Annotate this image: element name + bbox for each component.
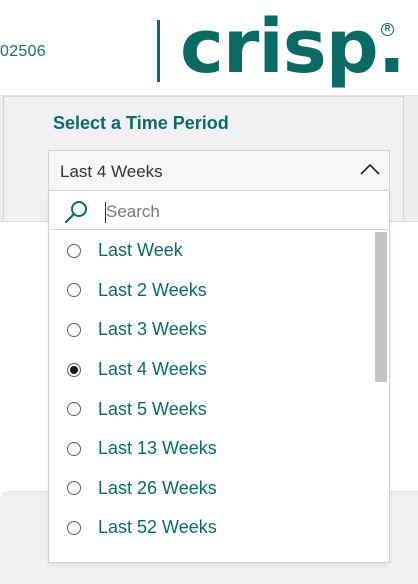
radio-button[interactable] [67,441,81,456]
time-period-select[interactable]: Last 4 Weeks [48,150,390,190]
option-last-week[interactable]: Last Week [49,231,374,271]
option-label: Last Week [98,240,183,261]
option-last-3-weeks[interactable]: Last 3 Weeks [49,310,374,350]
selected-value: Last 4 Weeks [60,162,163,181]
time-period-dropdown: Last Week Last 2 Weeks Last 3 Weeks Last… [48,190,390,563]
radio-button[interactable] [67,481,81,496]
radio-button[interactable] [67,402,81,417]
chevron-up-icon[interactable] [359,160,381,178]
option-last-26-weeks[interactable]: Last 26 Weeks [49,469,374,509]
right-panel-edge [403,96,418,220]
radio-button[interactable] [67,520,81,535]
brand-divider [157,20,160,82]
option-label: Last 13 Weeks [98,438,217,459]
option-label: Last 4 Weeks [98,359,207,380]
scrollbar-thumb[interactable] [375,232,387,382]
crisp-logo: crisp. [180,4,406,90]
option-label: Last 26 Weeks [98,477,217,498]
registered-mark-icon: R [381,23,394,36]
option-last-5-weeks[interactable]: Last 5 Weeks [49,389,374,429]
page: 02506 crisp. R Select a Time Period Last… [0,0,418,584]
options-list: Last Week Last 2 Weeks Last 3 Weeks Last… [49,231,374,548]
radio-button[interactable] [67,283,81,298]
option-label: Last 3 Weeks [98,319,207,340]
option-last-2-weeks[interactable]: Last 2 Weeks [49,271,374,311]
radio-button[interactable] [67,243,81,258]
left-panel-edge [0,96,4,220]
option-label: Last 2 Weeks [98,279,207,300]
option-label: Last 52 Weeks [98,517,217,538]
search-icon [64,201,87,224]
option-last-4-weeks[interactable]: Last 4 Weeks [49,350,374,390]
header: 02506 crisp. R [0,0,418,96]
radio-button-checked[interactable] [67,362,81,377]
search-row [50,193,388,230]
option-last-52-weeks[interactable]: Last 52 Weeks [49,508,374,548]
search-input[interactable] [106,199,366,225]
filter-title: Select a Time Period [53,113,229,133]
report-id-text: 02506 [0,43,46,60]
option-last-13-weeks[interactable]: Last 13 Weeks [49,429,374,469]
radio-button[interactable] [67,322,81,337]
option-label: Last 5 Weeks [98,398,207,419]
